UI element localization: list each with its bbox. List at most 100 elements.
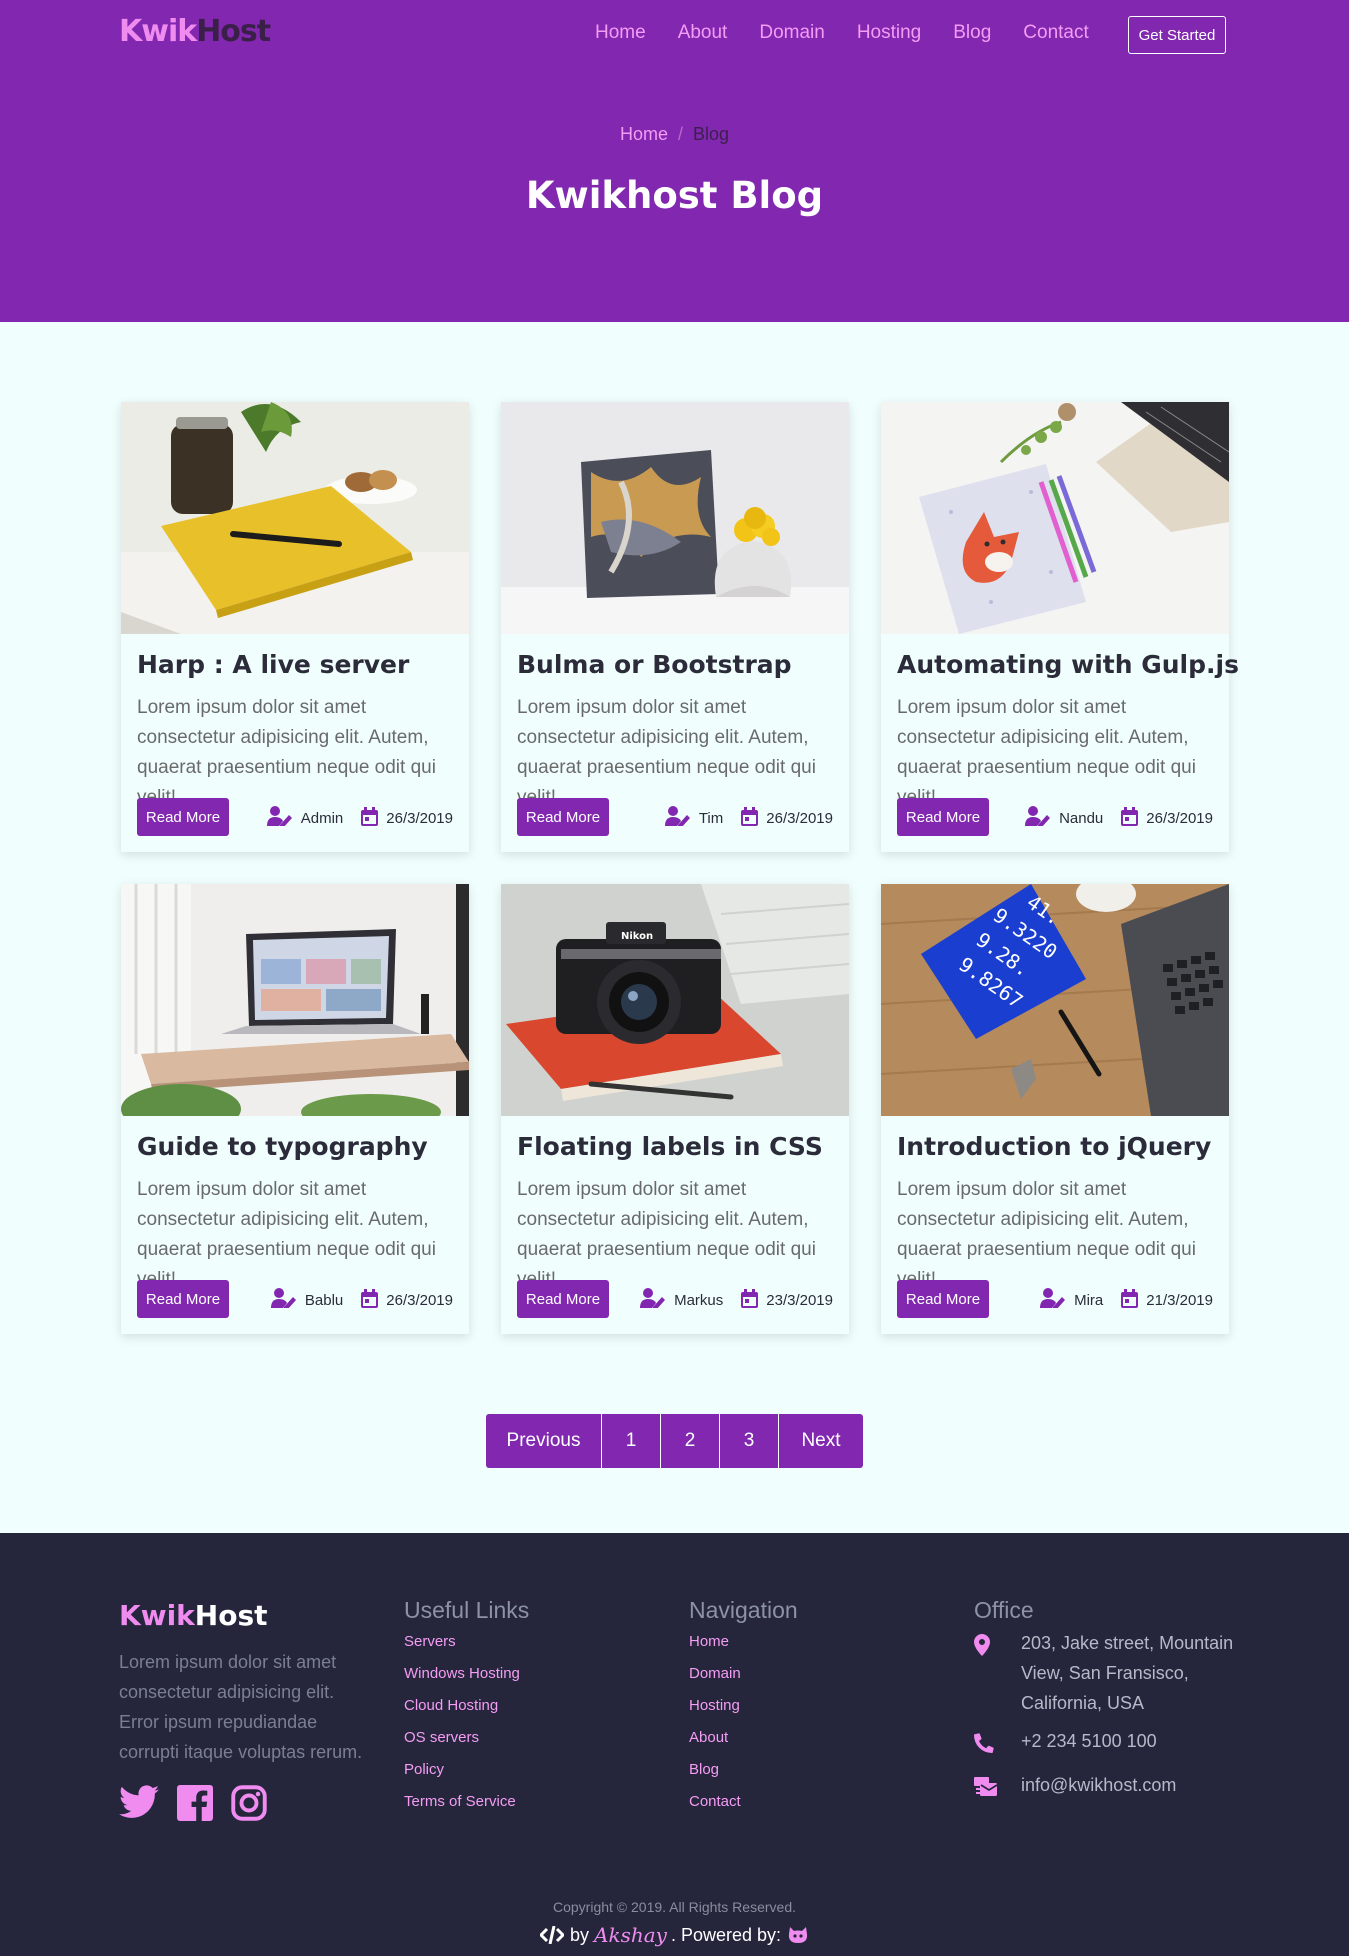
credit-author[interactable]: Akshay bbox=[594, 1923, 667, 1947]
pagination-next[interactable]: Next bbox=[779, 1414, 863, 1468]
post-title[interactable]: Automating with Gulp.js bbox=[897, 650, 1239, 679]
read-more-button[interactable]: Read More bbox=[897, 798, 989, 836]
breadcrumb-home[interactable]: Home bbox=[620, 124, 668, 144]
post-author: Nandu bbox=[1059, 809, 1104, 827]
footer-useful-links: Useful Links Servers Windows Hosting Clo… bbox=[404, 1597, 529, 1824]
footer-nav-blog[interactable]: Blog bbox=[689, 1760, 798, 1792]
author-edit-icon bbox=[266, 806, 293, 830]
useful-links-heading: Useful Links bbox=[404, 1597, 530, 1623]
post-thumbnail-notebook[interactable] bbox=[121, 402, 469, 634]
post-title[interactable]: Introduction to jQuery bbox=[897, 1132, 1211, 1161]
read-more-button[interactable]: Read More bbox=[897, 1280, 989, 1318]
footer-link-servers[interactable]: Servers bbox=[404, 1632, 529, 1664]
mail-bulk-icon bbox=[974, 1770, 1021, 1806]
author-edit-icon bbox=[270, 1288, 297, 1312]
breadcrumb-separator: / bbox=[677, 124, 683, 144]
office-heading: Office bbox=[974, 1597, 1034, 1623]
footer-link-os-servers[interactable]: OS servers bbox=[404, 1728, 529, 1760]
footer-link-policy[interactable]: Policy bbox=[404, 1760, 529, 1792]
post-date: 26/3/2019 bbox=[386, 1291, 453, 1309]
footer-logo[interactable]: KwikHost bbox=[119, 1599, 268, 1632]
page-title: Kwikhost Blog bbox=[525, 174, 824, 217]
instagram-icon[interactable] bbox=[231, 1785, 267, 1826]
post-meta: Nandu 26/3/2019 bbox=[1025, 806, 1213, 830]
blog-card: Guide to typography Lorem ipsum dolor si… bbox=[121, 884, 469, 1334]
camera-brand-label: Nikon bbox=[621, 931, 653, 942]
calendar-icon bbox=[741, 1288, 759, 1312]
nav-home[interactable]: Home bbox=[595, 22, 646, 44]
blog-card: Bulma or Bootstrap Lorem ipsum dolor sit… bbox=[501, 402, 849, 852]
post-meta: Mira 21/3/2019 bbox=[1040, 1288, 1213, 1312]
post-author: Tim bbox=[698, 809, 724, 827]
blog-card: Harp : A live server Lorem ipsum dolor s… bbox=[121, 402, 469, 852]
post-author: Markus bbox=[674, 1291, 724, 1309]
calendar-icon bbox=[741, 806, 759, 830]
twitter-icon[interactable] bbox=[119, 1785, 159, 1826]
post-thumbnail-camera[interactable]: Nikon bbox=[501, 884, 849, 1116]
site-footer: KwikHost Lorem ipsum dolor sit amet cons… bbox=[0, 1533, 1349, 1956]
post-thumbnail-fox-notebook[interactable] bbox=[881, 402, 1229, 634]
read-more-button[interactable]: Read More bbox=[137, 798, 229, 836]
footer-nav-about[interactable]: About bbox=[689, 1728, 798, 1760]
post-date: 21/3/2019 bbox=[1146, 1291, 1213, 1309]
brand-logo-part2: Host bbox=[196, 14, 271, 49]
footer-nav-contact[interactable]: Contact bbox=[689, 1792, 798, 1824]
calendar-icon bbox=[1121, 1288, 1139, 1312]
calendar-icon bbox=[361, 1288, 379, 1312]
nav-about[interactable]: About bbox=[678, 22, 728, 44]
office-phone[interactable]: +2 234 5100 100 bbox=[1021, 1726, 1157, 1756]
footer-nav-home[interactable]: Home bbox=[689, 1632, 798, 1664]
author-edit-icon bbox=[640, 1288, 666, 1312]
post-date: 26/3/2019 bbox=[766, 809, 833, 827]
read-more-button[interactable]: Read More bbox=[517, 798, 609, 836]
post-excerpt: Lorem ipsum dolor sit amet consectetur a… bbox=[137, 1179, 436, 1290]
credit-powered-by: . Powered by: bbox=[670, 1924, 781, 1945]
post-excerpt: Lorem ipsum dolor sit amet consectetur a… bbox=[517, 1179, 816, 1290]
nav-blog[interactable]: Blog bbox=[953, 22, 991, 44]
blog-card: 41. 9.3220 9.28. 9.8267 Introduction to … bbox=[881, 884, 1229, 1334]
post-excerpt: Lorem ipsum dolor sit amet consectetur a… bbox=[897, 1179, 1196, 1290]
brand-logo[interactable]: KwikHost bbox=[119, 14, 271, 49]
breadcrumb: Home / Blog bbox=[0, 124, 1349, 145]
pagination: Previous 1 2 3 Next bbox=[486, 1414, 863, 1468]
post-author: Admin bbox=[300, 809, 344, 827]
phone-icon bbox=[974, 1726, 1021, 1762]
social-links bbox=[119, 1785, 285, 1826]
footer-link-windows-hosting[interactable]: Windows Hosting bbox=[404, 1664, 529, 1696]
pagination-page-2[interactable]: 2 bbox=[661, 1414, 720, 1468]
post-thumbnail-blue-notebook[interactable]: 41. 9.3220 9.28. 9.8267 bbox=[881, 884, 1229, 1116]
github-icon[interactable] bbox=[787, 1925, 809, 1945]
credit-line: by Akshay . Powered by: bbox=[0, 1923, 1349, 1947]
post-thumbnail-canvas-art[interactable] bbox=[501, 402, 849, 634]
footer-navigation: Navigation Home Domain Hosting About Blo… bbox=[689, 1597, 798, 1824]
post-date: 26/3/2019 bbox=[386, 809, 453, 827]
post-title[interactable]: Harp : A live server bbox=[137, 650, 409, 679]
footer-logo-part1: Kwik bbox=[119, 1599, 195, 1632]
post-title[interactable]: Floating labels in CSS bbox=[517, 1132, 823, 1161]
read-more-button[interactable]: Read More bbox=[137, 1280, 229, 1318]
post-title[interactable]: Guide to typography bbox=[137, 1132, 428, 1161]
footer-nav-domain[interactable]: Domain bbox=[689, 1664, 798, 1696]
pagination-previous[interactable]: Previous bbox=[486, 1414, 602, 1468]
author-edit-icon bbox=[664, 806, 691, 830]
post-title[interactable]: Bulma or Bootstrap bbox=[517, 650, 792, 679]
author-edit-icon bbox=[1040, 1288, 1066, 1312]
read-more-button[interactable]: Read More bbox=[517, 1280, 609, 1318]
office-email[interactable]: info@kwikhost.com bbox=[1021, 1770, 1176, 1800]
get-started-button[interactable]: Get Started bbox=[1128, 16, 1226, 54]
pagination-page-3[interactable]: 3 bbox=[720, 1414, 779, 1468]
nav-hosting[interactable]: Hosting bbox=[857, 22, 921, 44]
blog-card: Automating with Gulp.js Lorem ipsum dolo… bbox=[881, 402, 1239, 852]
nav-contact[interactable]: Contact bbox=[1023, 22, 1088, 44]
footer-nav-hosting[interactable]: Hosting bbox=[689, 1696, 798, 1728]
location-pin-icon bbox=[974, 1628, 1021, 1665]
footer-link-terms[interactable]: Terms of Service bbox=[404, 1792, 529, 1824]
nav-domain[interactable]: Domain bbox=[759, 22, 824, 44]
facebook-icon[interactable] bbox=[177, 1785, 213, 1826]
footer-logo-part2: Host bbox=[194, 1599, 268, 1632]
post-author: Bablu bbox=[304, 1291, 344, 1309]
pagination-page-1[interactable]: 1 bbox=[602, 1414, 661, 1468]
calendar-icon bbox=[361, 806, 379, 830]
post-thumbnail-laptop-desk[interactable] bbox=[121, 884, 469, 1116]
footer-link-cloud-hosting[interactable]: Cloud Hosting bbox=[404, 1696, 529, 1728]
